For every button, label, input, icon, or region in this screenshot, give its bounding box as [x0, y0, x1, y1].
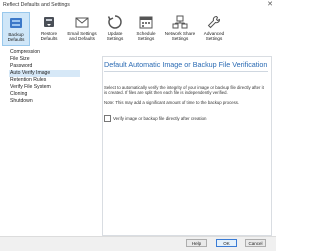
toolbar-update-settings[interactable]: Update Settings: [101, 12, 129, 46]
sidebar-item-password[interactable]: Password: [9, 63, 32, 70]
restore-defaults-icon: [44, 17, 54, 27]
backup-defaults-icon: [10, 18, 22, 28]
ok-button[interactable]: OK: [216, 239, 237, 247]
advanced-settings-icon: [207, 16, 220, 29]
network-share-icon: [172, 15, 188, 29]
section-description: Select to automatically verify the integ…: [104, 85, 264, 96]
toolbar-label: Email Settings and Defaults: [67, 31, 97, 42]
toolbar-backup-defaults[interactable]: Backup Defaults: [2, 12, 30, 46]
help-button[interactable]: Help: [186, 239, 207, 247]
checkbox-label: Verify image or backup file directly aft…: [113, 116, 207, 121]
sidebar-item-cloning[interactable]: Cloning: [9, 91, 27, 98]
sidebar-item-retention-rules[interactable]: Retention Rules: [9, 77, 46, 84]
sidebar: Compression File Size Password Auto Veri…: [0, 48, 100, 236]
window-title: Reflect Defaults and Settings: [3, 2, 70, 8]
toolbar-email-settings[interactable]: Email Settings and Defaults: [66, 12, 98, 46]
toolbar-restore-defaults[interactable]: Restore Defaults: [35, 12, 63, 46]
close-icon[interactable]: ✕: [267, 1, 273, 9]
schedule-settings-icon: [139, 16, 153, 29]
section-heading: Default Automatic Image or Backup File V…: [104, 60, 268, 69]
sidebar-item-file-size[interactable]: File Size: [9, 56, 30, 63]
email-settings-icon: [75, 17, 89, 28]
sidebar-item-auto-verify-image[interactable]: Auto Verify Image: [9, 70, 80, 77]
toolbar-label: Network Share Settings: [164, 31, 196, 42]
toolbar-label: Backup Defaults: [7, 32, 25, 43]
section-note: Note: This may add a significant amount …: [104, 100, 240, 105]
sidebar-item-compression[interactable]: Compression: [9, 49, 40, 56]
toolbar-schedule-settings[interactable]: Schedule Settings: [132, 12, 160, 46]
toolbar-label: Advanced Settings: [203, 31, 225, 42]
toolbar-label: Restore Defaults: [40, 31, 58, 42]
cancel-button[interactable]: Cancel: [245, 239, 266, 247]
heading-divider: [104, 71, 268, 72]
toolbar-label: Schedule Settings: [136, 31, 156, 42]
sidebar-item-shutdown[interactable]: Shutdown: [9, 98, 33, 105]
toolbar: Backup Defaults Restore Defaults Email S…: [0, 11, 276, 49]
toolbar-label: Update Settings: [106, 31, 124, 42]
toolbar-network-share-settings[interactable]: Network Share Settings: [162, 12, 198, 46]
verify-after-creation-checkbox[interactable]: [104, 115, 111, 122]
toolbar-advanced-settings[interactable]: Advanced Settings: [200, 12, 228, 46]
verify-after-creation-option[interactable]: Verify image or backup file directly aft…: [104, 115, 206, 122]
sidebar-item-verify-file-system[interactable]: Verify File System: [9, 84, 51, 91]
update-settings-icon: [107, 15, 122, 29]
settings-panel: [102, 56, 272, 236]
